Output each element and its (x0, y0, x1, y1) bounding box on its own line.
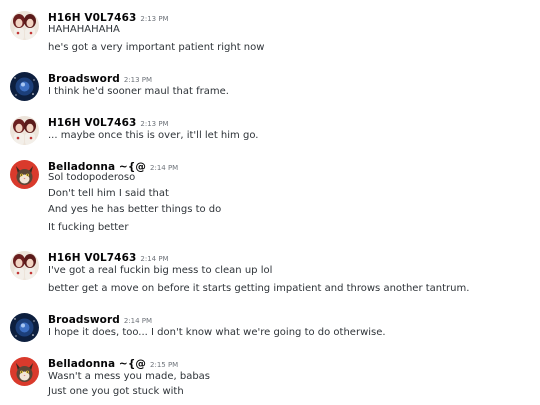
message-line: I've got a real fuckin big mess to clean… (48, 265, 273, 276)
message-header: H16H V0L7463 2:13 PM (48, 8, 169, 24)
avatar-h16h-icon[interactable] (10, 116, 39, 145)
timestamp: 2:14 PM (150, 164, 179, 172)
message-header: H16H V0L7463 2:14 PM (48, 248, 169, 264)
message-header: Belladonna ~{@ 2:15 PM (48, 354, 178, 370)
username[interactable]: H16H V0L7463 (48, 252, 136, 264)
timestamp: 2:14 PM (140, 255, 169, 263)
message-line: better get a move on before it starts ge… (48, 283, 470, 294)
timestamp: 2:13 PM (140, 15, 169, 23)
message-line: Don't tell him I said that (48, 188, 169, 199)
timestamp: 2:14 PM (123, 317, 153, 325)
message-header: Broadsword 2:13 PM (48, 69, 152, 85)
timestamp: 2:13 PM (123, 76, 153, 84)
avatar-h16h-icon[interactable] (10, 11, 39, 40)
username[interactable]: Broadsword (48, 314, 120, 326)
timestamp: 2:13 PM (140, 120, 169, 128)
avatar-broadsword-icon[interactable] (10, 72, 39, 101)
message-header: Broadsword 2:14 PM (48, 310, 152, 326)
message-line: I think he'd sooner maul that frame. (48, 86, 229, 97)
username[interactable]: Belladonna ~{@ (48, 358, 146, 370)
avatar-h16h-icon[interactable] (10, 251, 39, 280)
message-line: Sol todopoderoso (48, 172, 136, 183)
avatar-broadsword-icon[interactable] (10, 313, 39, 342)
timestamp: 2:15 PM (150, 361, 179, 369)
message-header: H16H V0L7463 2:13 PM (48, 113, 169, 129)
message-line: ... maybe once this is over, it'll let h… (48, 130, 259, 141)
avatar-belladonna-icon[interactable] (10, 160, 39, 189)
username[interactable]: Broadsword (48, 73, 120, 85)
message-line: he's got a very important patient right … (48, 42, 265, 53)
message-line: Just one you got stuck with (48, 386, 184, 397)
username[interactable]: H16H V0L7463 (48, 117, 136, 129)
message-line: It fucking better (48, 222, 129, 233)
avatar-belladonna-icon[interactable] (10, 357, 39, 386)
message-line: And yes he has better things to do (48, 204, 222, 215)
message-line: Wasn't a mess you made, babas (48, 371, 211, 382)
message-line: I hope it does, too... I don't know what… (48, 327, 386, 338)
message-line: HAHAHAHAHA (48, 24, 120, 35)
